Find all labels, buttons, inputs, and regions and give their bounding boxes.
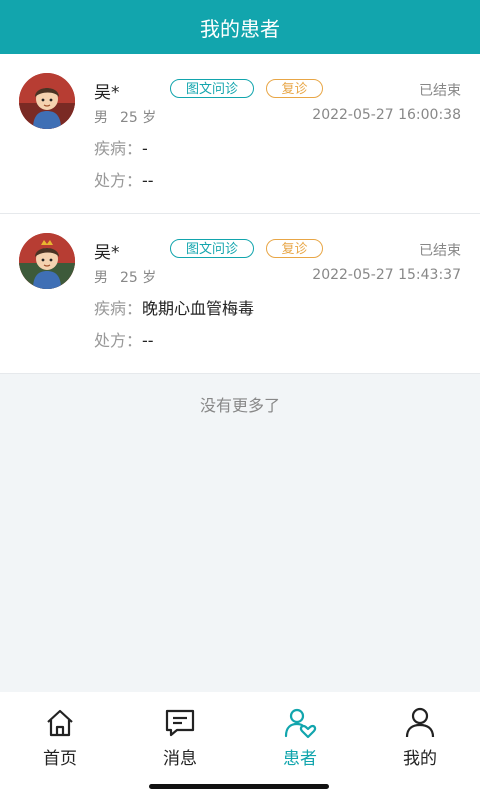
visit-type-badge: 复诊 [266, 79, 323, 98]
tab-label: 首页 [43, 749, 77, 769]
app-header: 我的患者 [0, 0, 480, 54]
patient-age: 25 岁 [120, 270, 157, 286]
home-indicator [149, 784, 329, 789]
status-text: 已结束 [419, 83, 461, 99]
disease-label: 疾病： [94, 139, 143, 158]
patient-name: 吴* [94, 243, 120, 263]
patient-card[interactable]: 吴* 图文问诊 复诊 已结束 男 25 岁 2022-05-27 16:00:38… [0, 54, 480, 214]
prescription-row: 处方：-- [94, 167, 154, 191]
tab-label: 患者 [283, 749, 317, 769]
consult-type-badge: 图文问诊 [170, 239, 254, 258]
prescription-label: 处方： [94, 171, 143, 190]
home-icon [43, 706, 77, 740]
visit-type-badge: 复诊 [266, 239, 323, 258]
disease-row: 疾病：晚期心血管梅毒 [94, 295, 254, 319]
user-icon [403, 706, 437, 740]
patients-icon [283, 706, 317, 740]
patient-gender: 男 [94, 110, 108, 126]
disease-value: - [142, 139, 148, 158]
patient-age: 25 岁 [120, 110, 157, 126]
tab-label: 我的 [403, 749, 437, 769]
prescription-row: 处方：-- [94, 327, 154, 351]
list-end-text: 没有更多了 [199, 396, 280, 415]
avatar [19, 73, 75, 129]
consult-datetime: 2022-05-27 16:00:38 [312, 107, 461, 123]
disease-row: 疾病：- [94, 135, 148, 159]
disease-value: 晚期心血管梅毒 [142, 299, 255, 318]
patient-gender: 男 [94, 270, 108, 286]
patient-meta: 男 25 岁 [94, 107, 156, 127]
page-title: 我的患者 [200, 16, 280, 41]
message-icon [163, 706, 197, 740]
disease-label: 疾病： [94, 299, 143, 318]
prescription-label: 处方： [94, 331, 143, 350]
avatar [19, 233, 75, 289]
tab-mine[interactable]: 我的 [360, 692, 480, 800]
patient-card[interactable]: 吴* 图文问诊 复诊 已结束 男 25 岁 2022-05-27 15:43:37… [0, 214, 480, 374]
tab-home[interactable]: 首页 [0, 692, 120, 800]
prescription-value: -- [142, 331, 154, 350]
patient-meta: 男 25 岁 [94, 267, 156, 287]
tab-label: 消息 [163, 749, 197, 769]
patient-name: 吴* [94, 83, 120, 103]
prescription-value: -- [142, 171, 154, 190]
consult-type-badge: 图文问诊 [170, 79, 254, 98]
patient-list: 吴* 图文问诊 复诊 已结束 男 25 岁 2022-05-27 16:00:38… [0, 54, 480, 374]
consult-datetime: 2022-05-27 15:43:37 [312, 267, 461, 283]
status-text: 已结束 [419, 243, 461, 259]
